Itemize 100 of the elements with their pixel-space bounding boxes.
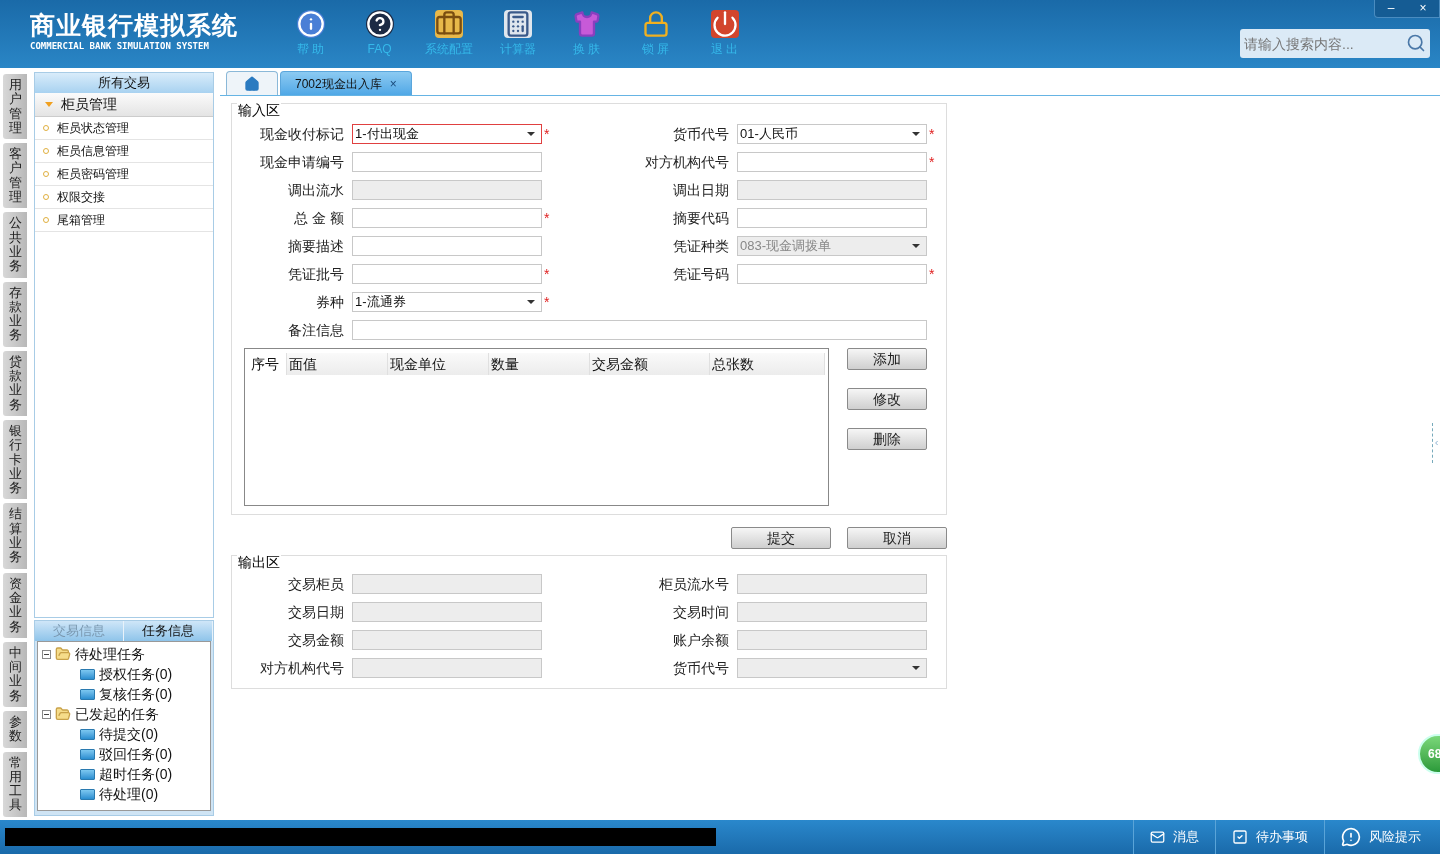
side-tab[interactable]: 中间业务	[3, 641, 27, 707]
collapse-toggle[interactable]	[42, 649, 51, 659]
window-button[interactable]: –	[1375, 0, 1407, 17]
action-button[interactable]: 提交	[731, 527, 831, 549]
input-field[interactable]	[352, 236, 542, 256]
tree-item[interactable]: 驳回任务(0)	[99, 743, 173, 765]
column-header: 现金单位	[388, 353, 489, 375]
input-field[interactable]	[737, 264, 927, 284]
calculator-icon	[503, 10, 532, 38]
input-field[interactable]	[352, 630, 542, 650]
field-label: 摘要代码	[672, 208, 729, 228]
menu-item[interactable]: 尾箱管理	[35, 209, 213, 232]
shirt-icon	[572, 10, 601, 38]
side-tab[interactable]: 银行卡业务	[3, 419, 27, 500]
folder-icon	[80, 788, 95, 800]
field-label: 凭证号码	[672, 264, 729, 284]
side-tab[interactable]: 公共业务	[3, 212, 27, 278]
input-field[interactable]	[352, 658, 542, 678]
field-label: 柜员流水号	[658, 574, 729, 594]
column-header: 数量	[489, 353, 590, 375]
tree-item[interactable]: 待处理(0)	[99, 783, 159, 805]
tree-item[interactable]: 待提交(0)	[99, 723, 159, 745]
info-icon	[296, 10, 325, 38]
field-label: 交易柜员	[287, 574, 344, 594]
select-field[interactable]	[737, 658, 927, 678]
action-button[interactable]: 修改	[847, 388, 927, 410]
menu-item[interactable]: 柜员信息管理	[35, 140, 213, 163]
side-tab[interactable]: 用户管理	[3, 74, 27, 140]
side-tab[interactable]: 结算业务	[3, 503, 27, 569]
input-field[interactable]	[737, 574, 927, 594]
input-field[interactable]	[352, 152, 542, 172]
field-label: 凭证种类	[672, 236, 729, 256]
dropdown-arrow-icon	[527, 300, 535, 304]
action-button[interactable]: 添加	[847, 348, 927, 370]
side-tab[interactable]: 常用工具	[3, 751, 27, 817]
section-title: 输出区	[237, 554, 281, 570]
side-tab[interactable]: 参数	[3, 711, 27, 748]
input-field[interactable]	[352, 264, 542, 284]
column-header: 交易金额	[590, 353, 710, 375]
window-button[interactable]: ×	[1407, 0, 1439, 17]
action-button[interactable]: 取消	[847, 527, 947, 549]
folder-icon	[55, 646, 71, 662]
side-tab[interactable]: 资金业务	[3, 572, 27, 638]
column-header: 面值	[287, 353, 388, 375]
close-icon[interactable]: ×	[389, 74, 397, 93]
action-button[interactable]: 删除	[847, 428, 927, 450]
input-field[interactable]	[737, 208, 927, 228]
field-label: 调出流水	[287, 180, 344, 200]
input-field[interactable]	[352, 602, 542, 622]
toolbox-icon	[434, 10, 463, 38]
tree-item[interactable]: 已发起的任务	[75, 703, 159, 725]
column-header: 序号	[249, 353, 287, 375]
app-subtitle: COMMERCIAL BANK SIMULATION SYSTEM	[30, 40, 210, 53]
status-button[interactable]: 风险提示	[1324, 820, 1440, 854]
select-field[interactable]: 01-人民币	[737, 124, 927, 144]
search-icon[interactable]	[1406, 33, 1426, 53]
menu-item[interactable]: 柜员状态管理	[35, 117, 213, 140]
folder-icon	[80, 688, 95, 700]
search-field[interactable]: 请输入搜索内容...	[1240, 29, 1430, 58]
home-tab[interactable]	[226, 71, 278, 95]
input-field[interactable]	[352, 320, 927, 340]
tree-item[interactable]: 授权任务(0)	[99, 663, 173, 685]
field-label: 摘要描述	[287, 236, 344, 256]
input-field[interactable]	[737, 152, 927, 172]
select-field[interactable]: 1-付出现金	[352, 124, 542, 144]
input-field[interactable]	[737, 630, 927, 650]
section-title: 输入区	[237, 102, 281, 118]
tree-item[interactable]: 复核任务(0)	[99, 683, 173, 705]
folder-icon	[55, 706, 71, 722]
side-tab[interactable]: 客户管理	[3, 143, 27, 209]
side-tab[interactable]: 贷款业务	[3, 350, 27, 416]
select-field[interactable]: 1-流通券	[352, 292, 542, 312]
field-label: 券种	[315, 292, 344, 312]
menu-item[interactable]: 柜员密码管理	[35, 163, 213, 186]
side-tab[interactable]: 存款业务	[3, 281, 27, 347]
status-button[interactable]: 消息	[1133, 820, 1215, 854]
status-button[interactable]: 待办事项	[1215, 820, 1324, 854]
menu-item[interactable]: 权限交接	[35, 186, 213, 209]
input-field[interactable]	[352, 208, 542, 228]
required-mark: *	[929, 155, 935, 169]
field-label: 货币代号	[672, 124, 729, 144]
required-mark: *	[929, 127, 935, 141]
column-header: 总张数	[710, 353, 825, 375]
tree-item[interactable]: 待处理任务	[75, 643, 145, 665]
menu-group[interactable]: 柜员管理	[35, 93, 213, 117]
collapse-toggle[interactable]	[42, 709, 51, 719]
page-tab[interactable]: 7002现金出入库 ×	[280, 71, 412, 95]
panel-tab[interactable]: 任务信息	[124, 621, 213, 641]
dropdown-arrow-icon	[912, 244, 920, 248]
field-label: 调出日期	[672, 180, 729, 200]
field-label: 现金申请编号	[259, 152, 344, 172]
field-label: 对方机构代号	[259, 658, 344, 678]
field-label: 交易时间	[672, 602, 729, 622]
expand-arrow-icon	[45, 102, 53, 107]
tree-item[interactable]: 超时任务(0)	[99, 763, 173, 785]
input-field[interactable]	[352, 574, 542, 594]
dropdown-arrow-icon	[912, 666, 920, 670]
input-field[interactable]	[737, 602, 927, 622]
collapse-handle-icon[interactable]	[1432, 423, 1440, 463]
field-label: 交易日期	[287, 602, 344, 622]
